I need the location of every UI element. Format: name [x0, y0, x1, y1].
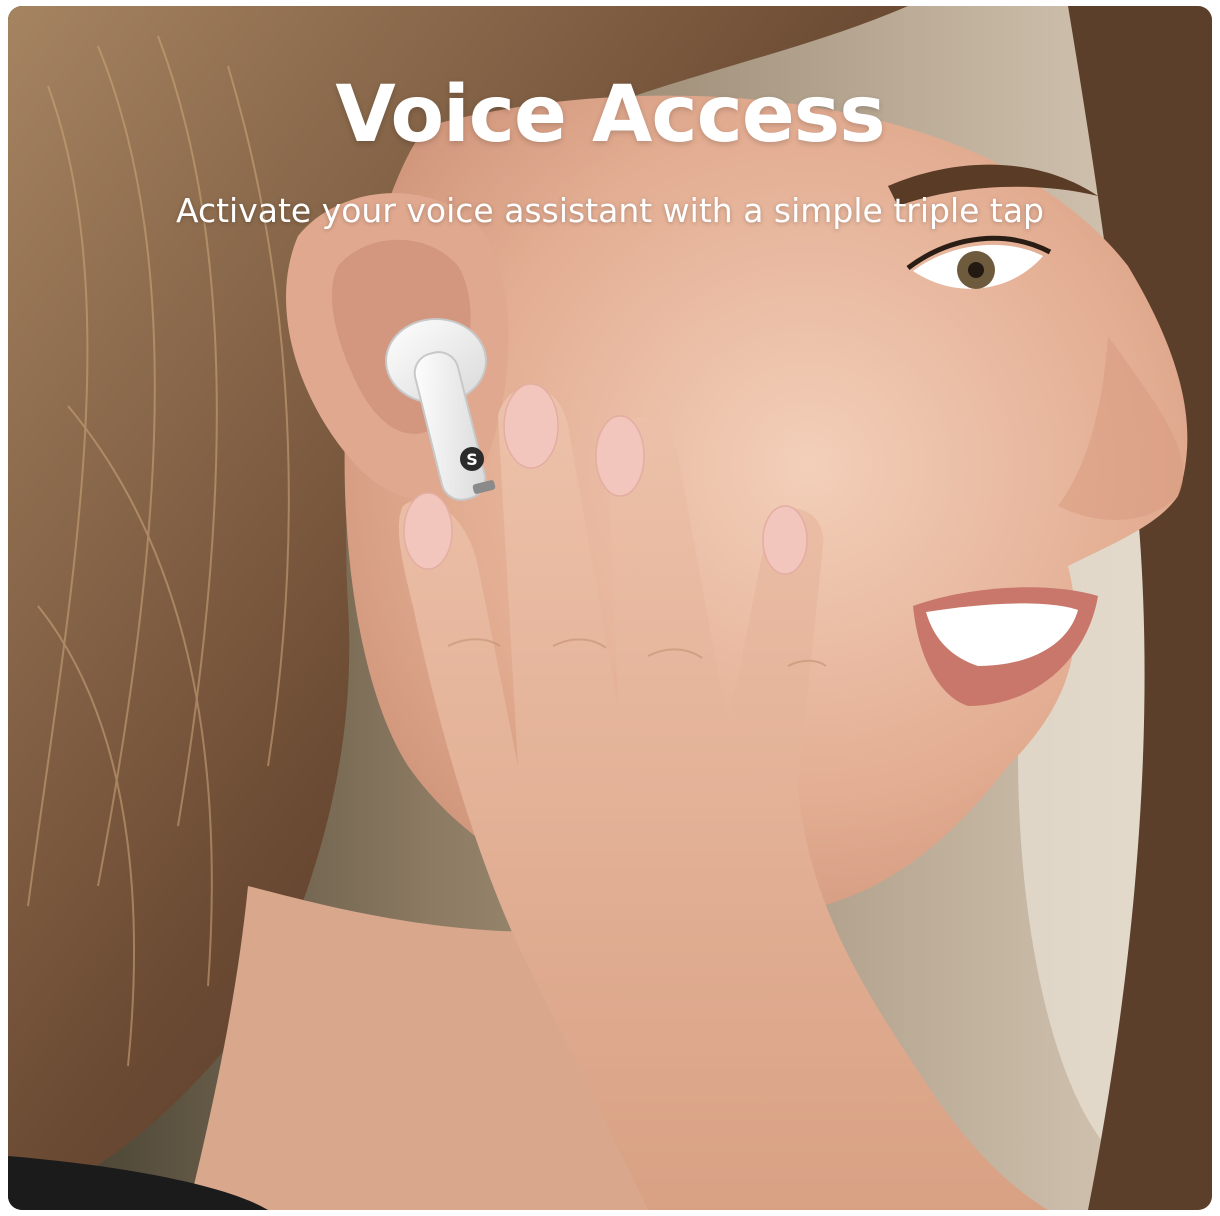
- product-banner: S Voice Access Activate your voice assis…: [8, 6, 1212, 1210]
- photo-scene: S: [8, 6, 1212, 1210]
- banner-subtitle: Activate your voice assistant with a sim…: [175, 191, 1045, 230]
- banner-title: Voice Access: [335, 70, 885, 160]
- svg-text:S: S: [466, 450, 478, 469]
